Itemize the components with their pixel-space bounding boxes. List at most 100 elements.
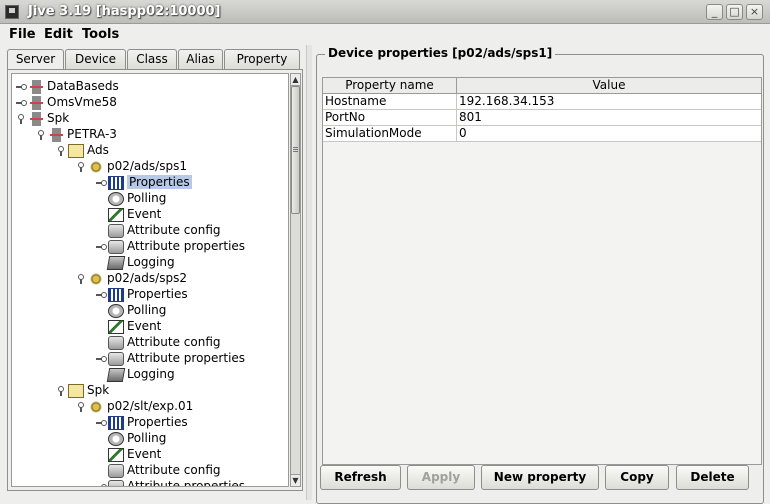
scroll-up-icon[interactable]: ▲: [291, 74, 300, 86]
property-name-cell[interactable]: SimulationMode: [323, 126, 457, 142]
tree-node[interactable]: Properties: [96, 286, 188, 302]
tree-node-label[interactable]: Polling: [127, 303, 166, 317]
tree-node-label[interactable]: Event: [127, 319, 161, 333]
tree-node[interactable]: Attribute properties: [96, 238, 245, 254]
tree-node[interactable]: PETRA-3: [36, 126, 117, 142]
scroll-down-icon[interactable]: ▼: [291, 474, 300, 486]
tree-node-label[interactable]: Properties: [127, 287, 188, 301]
property-name-cell[interactable]: Hostname: [323, 94, 457, 110]
tree-node-label[interactable]: Attribute config: [127, 463, 221, 477]
tree-toggle-icon[interactable]: [36, 129, 46, 140]
tree-node-label[interactable]: Attribute properties: [127, 479, 245, 486]
properties-table[interactable]: Property name Value Hostname 192.168.34.…: [322, 77, 762, 465]
tab-class[interactable]: Class: [127, 49, 177, 69]
tree-node[interactable]: p02/ads/sps2: [76, 270, 187, 286]
tree-node[interactable]: Logging: [96, 366, 175, 382]
apply-button[interactable]: Apply: [407, 465, 475, 490]
tree-node[interactable]: Attribute properties: [96, 350, 245, 366]
tab-alias[interactable]: Alias: [178, 49, 223, 69]
tree-toggle-icon[interactable]: [96, 178, 107, 188]
tree-node-label[interactable]: Attribute properties: [127, 239, 245, 253]
tree-node-label[interactable]: Event: [127, 207, 161, 221]
tree-toggle-icon[interactable]: [96, 290, 107, 300]
copy-button[interactable]: Copy: [605, 465, 669, 490]
tree-node[interactable]: Event: [96, 318, 161, 334]
minimize-button[interactable]: _: [706, 4, 723, 20]
table-row[interactable]: Hostname 192.168.34.153: [323, 94, 761, 110]
menu-tools[interactable]: Tools: [82, 27, 119, 42]
property-name-cell[interactable]: PortNo: [323, 110, 457, 126]
tree-toggle-icon[interactable]: [96, 482, 107, 486]
menu-edit[interactable]: Edit: [44, 27, 73, 42]
tree-node[interactable]: Spk: [16, 110, 69, 126]
tree-node[interactable]: Properties: [96, 174, 192, 190]
close-button[interactable]: ×: [746, 4, 763, 20]
tree-node-label[interactable]: Attribute properties: [127, 351, 245, 365]
tree-toggle-icon[interactable]: [16, 98, 27, 108]
tree-node-label[interactable]: p02/ads/sps2: [107, 271, 187, 285]
tree-node[interactable]: Polling: [96, 430, 166, 446]
tree-node-label[interactable]: Spk: [87, 383, 109, 397]
tree-node-label[interactable]: p02/slt/exp.01: [107, 399, 193, 413]
tab-server[interactable]: Server: [7, 49, 64, 70]
tree-node-label[interactable]: DataBaseds: [47, 79, 119, 93]
tree-node-label[interactable]: Polling: [127, 431, 166, 445]
tree-toggle-icon[interactable]: [56, 385, 66, 396]
tree-node-label[interactable]: Attribute config: [127, 335, 221, 349]
tree-node[interactable]: Event: [96, 446, 161, 462]
table-row[interactable]: PortNo 801: [323, 110, 761, 126]
tree-node-label[interactable]: OmsVme58: [47, 95, 117, 109]
tree-toggle-icon[interactable]: [96, 418, 107, 428]
property-value-cell[interactable]: 801: [457, 110, 761, 126]
split-pane-divider[interactable]: [306, 45, 312, 500]
tree-node-label[interactable]: Logging: [127, 255, 175, 269]
tree-node-label[interactable]: p02/ads/sps1: [107, 159, 187, 173]
tree-node[interactable]: Attribute config: [96, 222, 221, 238]
tree-node-label[interactable]: PETRA-3: [67, 127, 117, 141]
tree-toggle-icon[interactable]: [76, 273, 86, 284]
tree-vertical-scrollbar[interactable]: ▲ ▼: [290, 73, 301, 487]
property-value-cell[interactable]: 0: [457, 126, 761, 142]
tree-toggle-icon[interactable]: [76, 161, 86, 172]
tree-node[interactable]: Polling: [96, 302, 166, 318]
tree-node[interactable]: Attribute config: [96, 334, 221, 350]
tree-node[interactable]: Spk: [56, 382, 109, 398]
tree-node[interactable]: p02/ads/sps1: [76, 158, 187, 174]
tree-toggle-icon[interactable]: [16, 82, 27, 92]
tree-toggle-icon[interactable]: [96, 242, 107, 252]
tree-toggle-icon[interactable]: [96, 354, 107, 364]
tab-property[interactable]: Property: [224, 49, 300, 69]
tree-node-label[interactable]: Polling: [127, 191, 166, 205]
tree-node-label[interactable]: Ads: [87, 143, 109, 157]
scroll-thumb[interactable]: [291, 86, 300, 214]
tree-node-label[interactable]: Spk: [47, 111, 69, 125]
tree-node[interactable]: Attribute config: [96, 462, 221, 478]
tree-node[interactable]: OmsVme58: [16, 94, 117, 110]
tree-node-label[interactable]: Event: [127, 447, 161, 461]
tree-node[interactable]: DataBaseds: [16, 78, 119, 94]
tree-toggle-icon[interactable]: [56, 145, 66, 156]
tree-node-label[interactable]: Logging: [127, 367, 175, 381]
new-property-button[interactable]: New property: [481, 465, 599, 490]
tree-node-label[interactable]: Properties: [127, 175, 192, 189]
tree-toggle-icon[interactable]: [16, 113, 26, 124]
delete-button[interactable]: Delete: [676, 465, 749, 490]
server-tree[interactable]: DataBaseds OmsVme58 Spk PETRA-3 Ads p02/ads/s…: [11, 73, 289, 487]
tree-node[interactable]: Polling: [96, 190, 166, 206]
table-row[interactable]: SimulationMode 0: [323, 126, 761, 142]
tree-node[interactable]: Logging: [96, 254, 175, 270]
tree-toggle-icon[interactable]: [76, 401, 86, 412]
tree-node[interactable]: Ads: [56, 142, 109, 158]
tree-node[interactable]: Properties: [96, 414, 188, 430]
tree-node[interactable]: Event: [96, 206, 161, 222]
tree-node[interactable]: Attribute properties: [96, 478, 245, 486]
column-header-property-name[interactable]: Property name: [323, 78, 457, 94]
tree-node-label[interactable]: Properties: [127, 415, 188, 429]
maximize-button[interactable]: □: [726, 4, 743, 20]
menu-file[interactable]: File: [9, 27, 36, 42]
tree-node[interactable]: p02/slt/exp.01: [76, 398, 193, 414]
tree-node-label[interactable]: Attribute config: [127, 223, 221, 237]
property-value-cell[interactable]: 192.168.34.153: [457, 94, 761, 110]
refresh-button[interactable]: Refresh: [320, 465, 401, 490]
column-header-value[interactable]: Value: [457, 78, 761, 94]
